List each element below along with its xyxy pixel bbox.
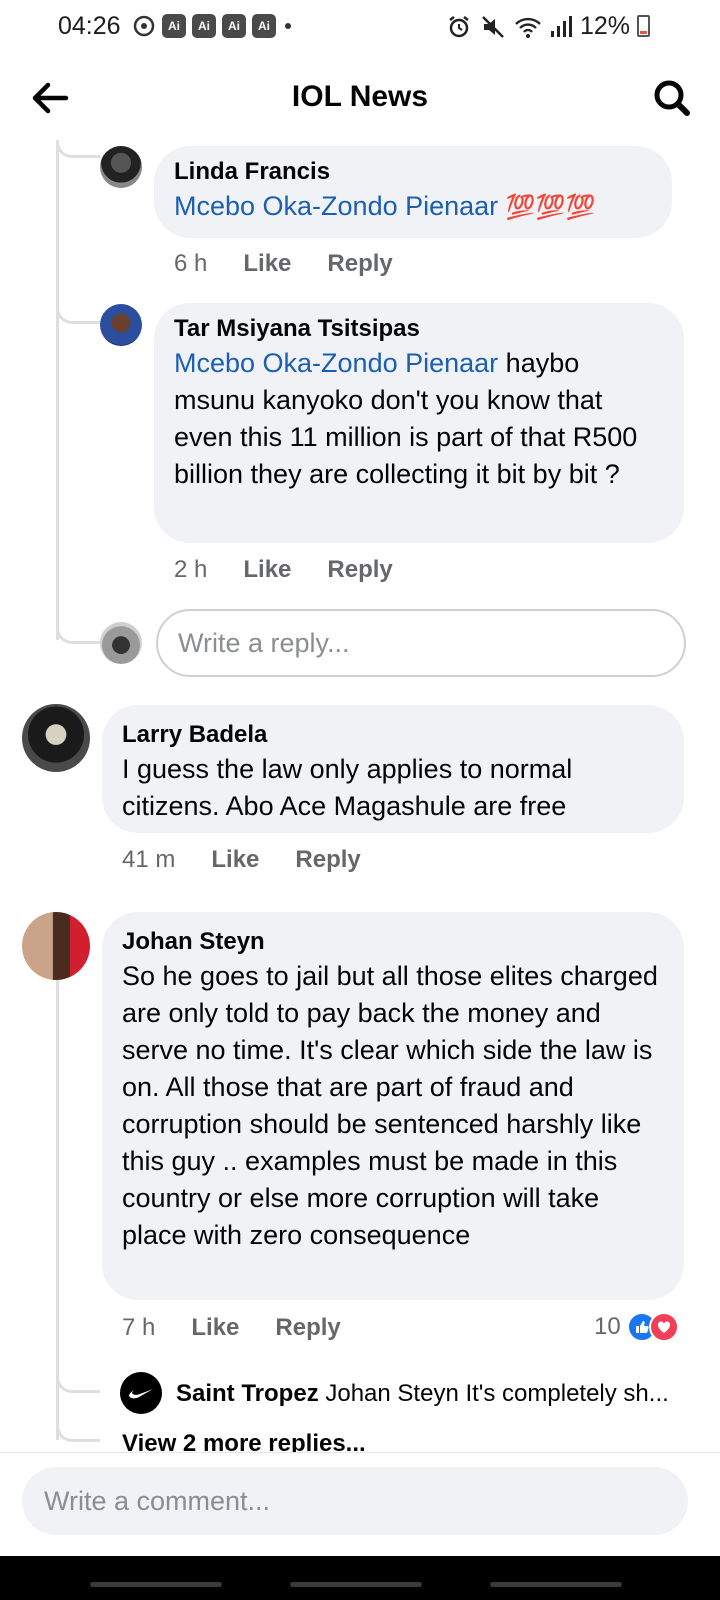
comment-composer-bar: Write a comment... [0,1452,720,1556]
mention-link[interactable]: Mcebo Oka-Zondo Pienaar [174,191,498,221]
sync-icon [133,15,155,37]
comment-text: So he goes to jail but all those elites … [122,961,658,1250]
mention-link[interactable]: Mcebo Oka-Zondo Pienaar [174,348,498,378]
battery-level: 12% [579,12,630,40]
ai-badge-icon: Ai [162,14,186,38]
ai-badge-icon: Ai [192,14,216,38]
reply-placeholder: Write a reply... [178,627,350,658]
ai-badge-icon: Ai [252,14,276,38]
reply-preview-text: Johan Steyn It's completely sh... [325,1380,669,1407]
wifi-icon [515,17,541,38]
status-time: 04:26 [58,12,121,40]
ai-badge-icon: Ai [222,14,246,38]
comment-text: Mcebo Oka-Zondo Pienaar haybo msunu kany… [174,345,664,493]
avatar[interactable] [120,1372,162,1414]
battery-icon [637,15,650,37]
signal-icon [550,15,572,37]
comment-author[interactable]: Tar Msiyana Tsitsipas [174,313,664,345]
comment-bubble: Larry Badela I guess the law only applie… [102,705,684,833]
dot-icon [285,23,291,29]
like-button[interactable]: Like [211,846,259,874]
like-button[interactable]: Like [243,250,291,278]
love-reaction-icon [648,1312,679,1342]
comment-time[interactable]: 7 h [122,1314,155,1342]
mute-icon [482,15,504,38]
thread-line [56,140,59,640]
status-bar: 04:26 Ai Ai Ai Ai 12% [0,0,720,56]
page-title: IOL News [291,80,429,113]
thread-connector [56,1375,100,1393]
comment-placeholder: Write a comment... [44,1485,271,1516]
avatar[interactable] [100,146,142,188]
avatar[interactable] [22,704,90,772]
thread-connector [56,140,100,158]
alarm-icon [449,15,469,37]
nav-back-handle[interactable] [490,1582,622,1587]
comment-text: Mcebo Oka-Zondo Pienaar 💯💯💯 [174,188,652,226]
comment-time[interactable]: 2 h [174,556,207,584]
comment-bubble: Johan Steyn So he goes to jail but all t… [102,912,684,1300]
like-button[interactable]: Like [191,1314,239,1342]
reply-button[interactable]: Reply [275,1314,340,1342]
comment-time[interactable]: 6 h [174,250,207,278]
reaction-count: 10 [594,1313,621,1340]
thread-connector [56,626,100,644]
thread-connector [56,306,100,324]
avatar[interactable] [100,304,142,346]
reply-button[interactable]: Reply [295,846,360,874]
reaction-summary[interactable]: 10 [594,1312,679,1342]
comment-actions: 7 h Like Reply [122,1314,377,1342]
emoji-text: 💯💯💯 [505,194,596,221]
comment-time[interactable]: 41 m [122,846,175,874]
comment-text: I guess the law only applies to normal c… [122,754,573,821]
app-bar: IOL News [0,56,720,140]
search-icon [654,80,690,116]
system-navigation-bar [0,1556,720,1600]
like-button[interactable]: Like [243,556,291,584]
comment-input[interactable]: Write a comment... [22,1467,688,1535]
reply-preview-author: Saint Tropez [176,1380,319,1407]
reply-input[interactable]: Write a reply... [156,609,686,677]
nav-recents-handle[interactable] [90,1582,222,1587]
comment-bubble: Tar Msiyana Tsitsipas Mcebo Oka-Zondo Pi… [154,303,684,543]
comment-author[interactable]: Larry Badela [122,719,664,751]
comment-bubble: Linda Francis Mcebo Oka-Zondo Pienaar 💯💯… [154,146,672,238]
search-button[interactable] [648,74,696,122]
nav-home-handle[interactable] [290,1582,422,1587]
thread-line [56,980,59,1440]
comment-actions: 2 h Like Reply [174,556,429,584]
comment-actions: 6 h Like Reply [174,250,429,278]
status-notification-icons: Ai Ai Ai Ai [132,14,294,38]
comment-author[interactable]: Linda Francis [174,156,652,188]
reply-button[interactable]: Reply [327,556,392,584]
swoosh-logo-icon [129,1389,153,1399]
reply-preview[interactable]: Saint Tropez Johan Steyn It's completely… [176,1380,686,1408]
reply-button[interactable]: Reply [327,250,392,278]
comment-author[interactable]: Johan Steyn [122,926,664,958]
avatar[interactable] [22,912,90,980]
thread-connector [56,1424,100,1442]
user-avatar [100,622,142,664]
status-right: 12% [446,12,630,41]
comment-actions: 41 m Like Reply [122,846,397,874]
